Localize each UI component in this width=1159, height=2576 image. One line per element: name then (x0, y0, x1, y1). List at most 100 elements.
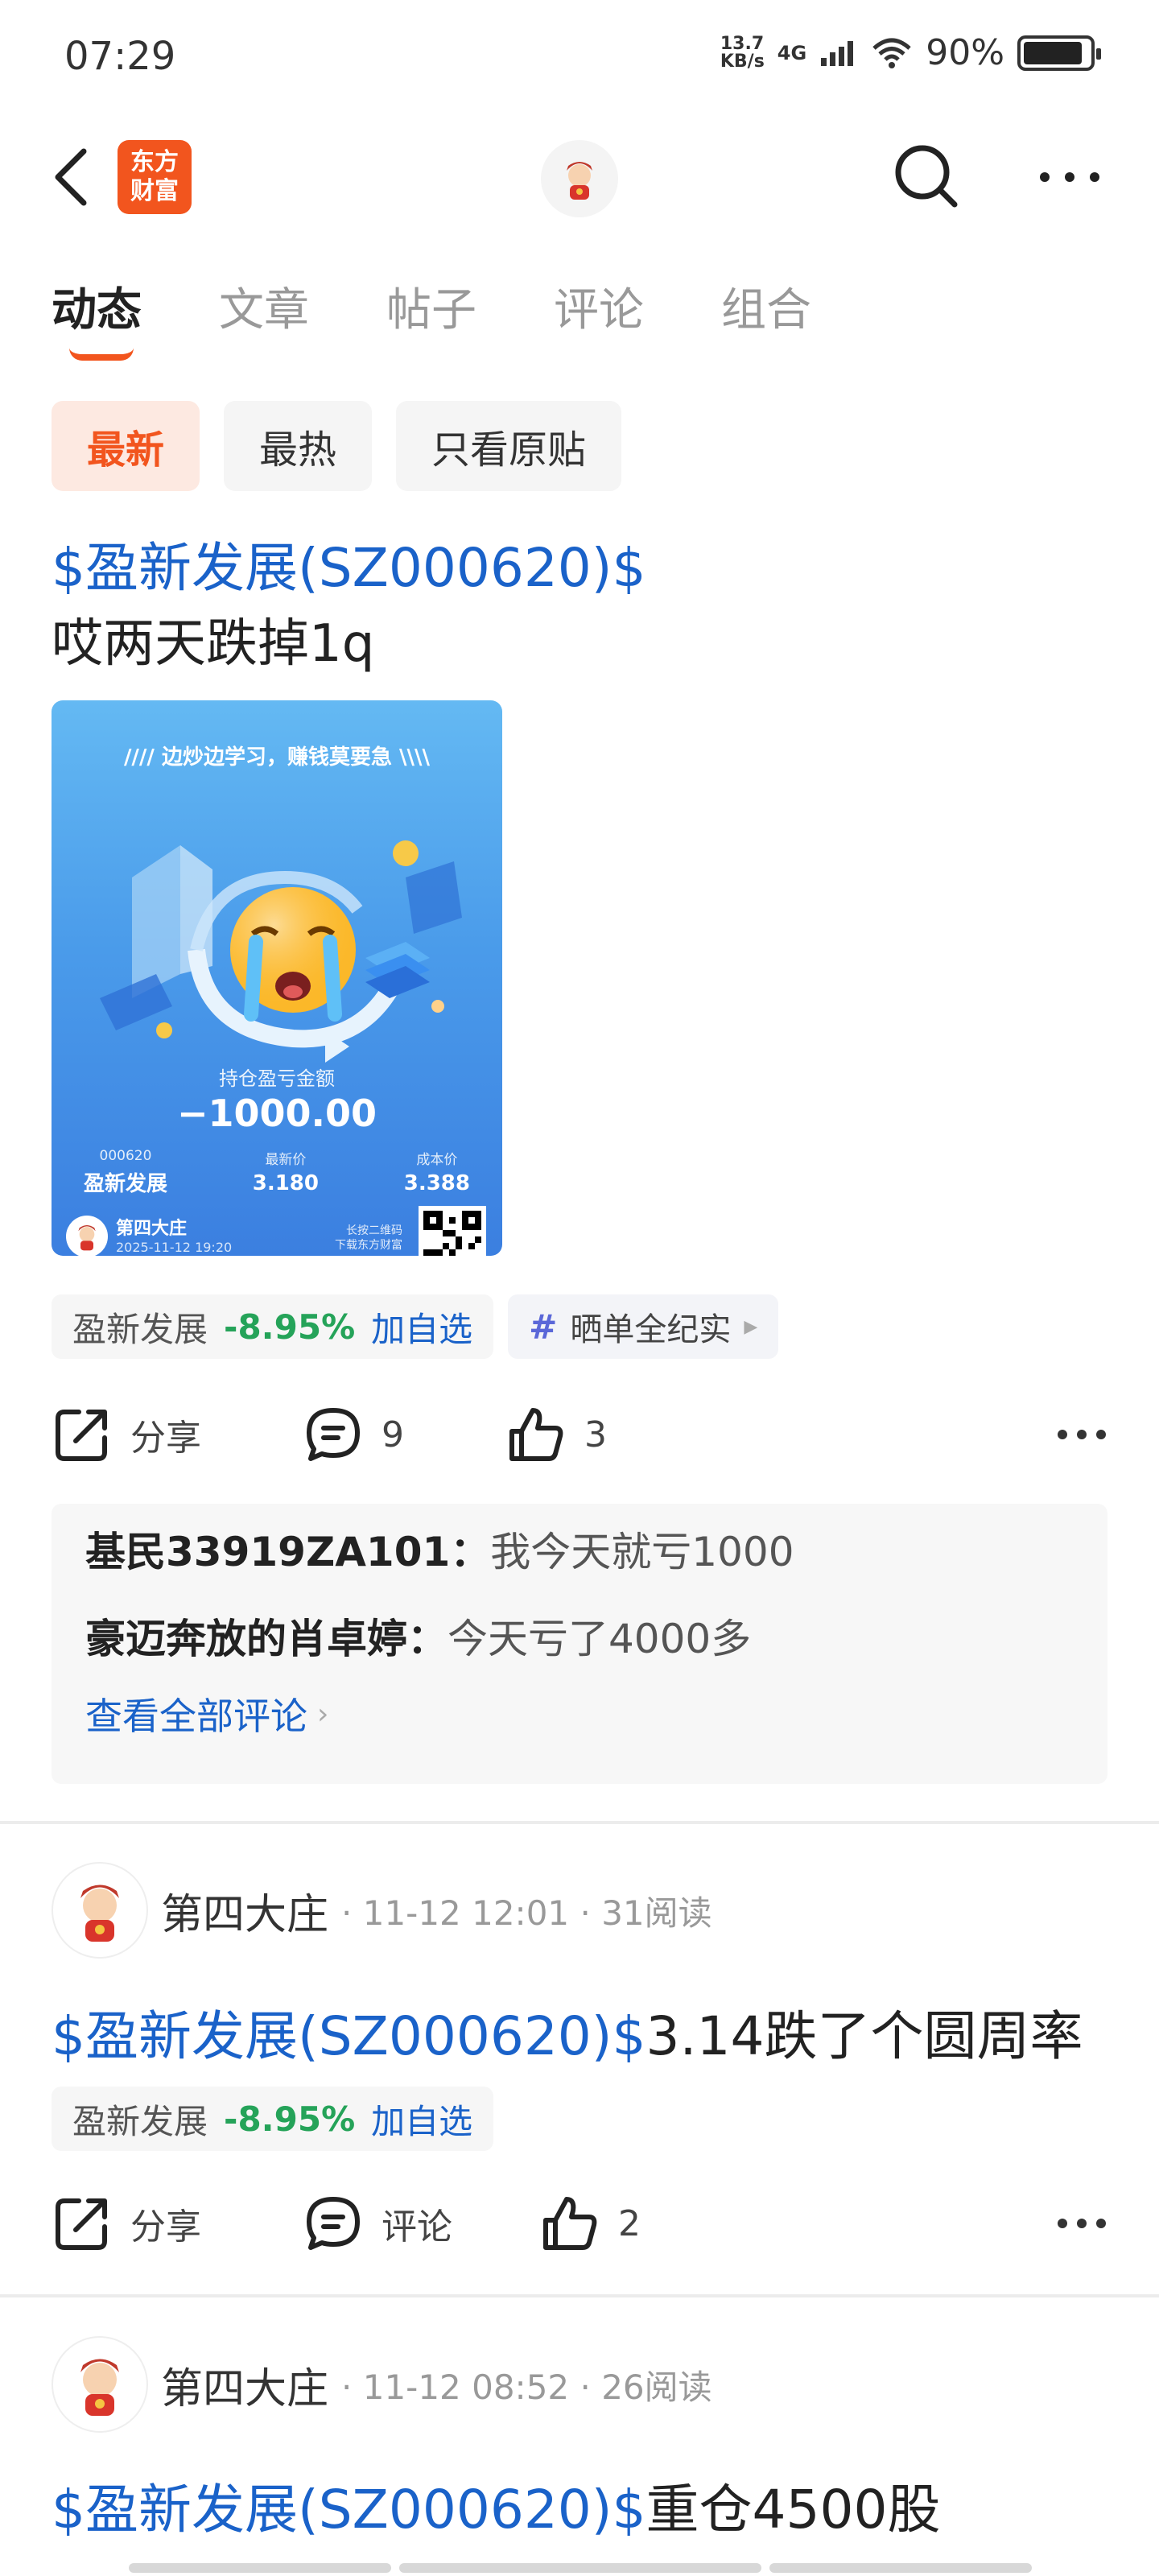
like-button[interactable]: 3 (505, 1404, 607, 1465)
tab-label: 帖子 (386, 284, 476, 336)
card-latest-value: 3.180 (252, 1171, 319, 1195)
view-all-comments-link[interactable]: 查看全部评论 › (85, 1687, 1074, 1740)
stock-link[interactable]: $盈新发展(SZ000620)$ (52, 2479, 646, 2541)
post-more-button[interactable] (1056, 2199, 1107, 2251)
post-more-button[interactable] (1056, 1410, 1107, 1462)
position-share-card-image[interactable]: //// 边炒边学习，赚钱莫要急 \\\\ 持仓盈亏金额 −1000.00 00… (52, 700, 502, 1256)
post1-actions: 分享 9 3 (52, 1394, 1107, 1475)
author-name[interactable]: 第四大庄 (161, 2355, 328, 2415)
network-speed: 13.7 KB/s (720, 35, 765, 71)
topic-tag[interactable]: # 晒单全纪实 ▶ (508, 1294, 779, 1359)
post-text: 重仓4500股 (645, 2479, 941, 2541)
share-label: 分享 (130, 1418, 201, 1459)
filter-latest[interactable]: 最新 (52, 401, 200, 491)
top-nav: 东方 财富 (0, 121, 1159, 233)
post3-content: $盈新发展(SZ000620)$重仓4500股 (52, 2467, 941, 2544)
post2-actions: 分享 评论 2 (52, 2183, 1107, 2264)
post2-tags: 盈新发展 -8.95% 加自选 (52, 2087, 494, 2151)
share-label: 分享 (130, 2207, 201, 2248)
tab-label: 组合 (721, 284, 811, 336)
stock-quote-tag[interactable]: 盈新发展 -8.95% 加自选 (52, 2087, 494, 2151)
card-user-info: 第四大庄 2025-11-12 19:20 (116, 1219, 232, 1255)
stock-change: -8.95% (224, 1307, 356, 1347)
user-avatar[interactable] (541, 140, 618, 217)
comment-user[interactable]: 豪迈奔放的肖卓婷： (85, 1616, 448, 1662)
app-logo: 东方 财富 (118, 140, 192, 214)
thumbs-up-icon (543, 2197, 597, 2250)
card-pnl-label: 持仓盈亏金额 (219, 1067, 335, 1090)
stock-quote-tag[interactable]: 盈新发展 -8.95% 加自选 (52, 1294, 494, 1359)
comment-item: 豪迈奔放的肖卓婷：今天亏了4000多 (85, 1615, 1074, 1663)
post2-author-row: 第四大庄 · 11-12 12:01 · 31阅读 (52, 1862, 712, 1959)
speed-unit: KB/s (720, 51, 765, 72)
mascot-avatar-icon (567, 162, 592, 200)
tab-articles[interactable]: 文章 (219, 274, 309, 362)
battery-percent: 90% (926, 32, 1004, 73)
share-button[interactable]: 分享 (52, 1404, 201, 1465)
post-text: 3.14跌了个圆周率 (645, 2005, 1083, 2067)
battery-level (1024, 41, 1082, 64)
card-user-avatar (66, 1216, 108, 1256)
author-avatar[interactable] (52, 1862, 148, 1959)
more-dots-icon (1040, 172, 1099, 182)
card-stock-name: 盈新发展 (84, 1172, 168, 1196)
comment-button[interactable]: 评论 (303, 2193, 452, 2254)
card-stock-code: 000620 (99, 1148, 152, 1164)
add-watchlist-button[interactable]: 加自选 (371, 2095, 472, 2144)
card-qr-caption: 长按二维码 下载东方财富 (335, 1224, 402, 1253)
wifi-icon (872, 38, 911, 68)
add-watchlist-button[interactable]: 加自选 (371, 1302, 472, 1352)
comment-preview[interactable]: 基民33919ZA101：我今天就亏1000 豪迈奔放的肖卓婷：今天亏了4000… (52, 1504, 1107, 1784)
card-stats: 000620 盈新发展 最新价 3.180 成本价 3.388 (84, 1148, 470, 1197)
battery-icon (1017, 35, 1101, 71)
back-button[interactable] (45, 137, 101, 217)
filter-hottest[interactable]: 最热 (224, 401, 373, 491)
like-button[interactable]: 2 (539, 2193, 641, 2254)
card-cost-label: 成本价 (416, 1152, 458, 1168)
card-slogan-left-marks: //// (123, 745, 162, 770)
more-dots-icon (1058, 2219, 1106, 2228)
comment-button[interactable]: 9 (303, 1404, 404, 1465)
comment-text: 我今天就亏1000 (490, 1529, 794, 1575)
topic-label: 晒单全纪实 (570, 1311, 732, 1348)
filter-chips: 最新 最热 只看原贴 (52, 401, 622, 491)
tab-dynamic[interactable]: 动态 (52, 274, 142, 362)
hashtag-icon: # (529, 1307, 558, 1347)
stock-link[interactable]: $盈新发展(SZ000620)$ (52, 2005, 646, 2067)
status-icons: 13.7 KB/s 4G 90% (720, 32, 1101, 73)
crying-emoji-illustration (100, 840, 462, 1063)
card-latest-label: 最新价 (265, 1152, 307, 1168)
post-meta: · 11-12 08:52 · 26阅读 (341, 2367, 712, 2407)
logo-text-top: 东方 (130, 148, 179, 176)
stock-name: 盈新发展 (72, 2101, 208, 2141)
post1-tags: 盈新发展 -8.95% 加自选 # 晒单全纪实 ▶ (52, 1294, 779, 1359)
qr-code-icon (419, 1206, 486, 1256)
qr-caption-line1: 长按二维码 (346, 1224, 402, 1237)
status-bar: 07:29 13.7 KB/s 4G 90% (0, 0, 1159, 121)
stock-link[interactable]: $盈新发展(SZ000620)$ (52, 525, 646, 602)
comment-icon (307, 1408, 360, 1461)
tab-posts[interactable]: 帖子 (386, 274, 476, 362)
like-count: 2 (618, 2202, 641, 2244)
filter-original-only[interactable]: 只看原贴 (396, 401, 622, 491)
author-avatar[interactable] (52, 2336, 148, 2433)
speed-value: 13.7 (720, 33, 765, 54)
post-text: 哎两天跌掉1q (52, 614, 375, 674)
share-button[interactable]: 分享 (52, 2193, 201, 2254)
card-slogan-right-marks: \\\\ (392, 745, 431, 770)
tab-label: 文章 (219, 284, 309, 336)
tab-portfolio[interactable]: 组合 (721, 274, 811, 362)
more-button[interactable] (1033, 137, 1106, 217)
tab-label: 动态 (52, 284, 142, 336)
comment-user[interactable]: 基民33919ZA101： (85, 1529, 490, 1575)
tab-label: 评论 (554, 284, 644, 336)
mascot-avatar-icon (80, 2359, 119, 2416)
post-meta: · 11-12 12:01 · 31阅读 (341, 1893, 712, 1933)
author-name[interactable]: 第四大庄 (161, 1880, 328, 1941)
comment-icon (307, 2197, 360, 2250)
more-dots-icon (1058, 1430, 1106, 1439)
share-icon (56, 1410, 107, 1461)
image-strip-preview (129, 2563, 1032, 2573)
tab-comments[interactable]: 评论 (554, 274, 644, 362)
search-button[interactable] (887, 137, 967, 217)
